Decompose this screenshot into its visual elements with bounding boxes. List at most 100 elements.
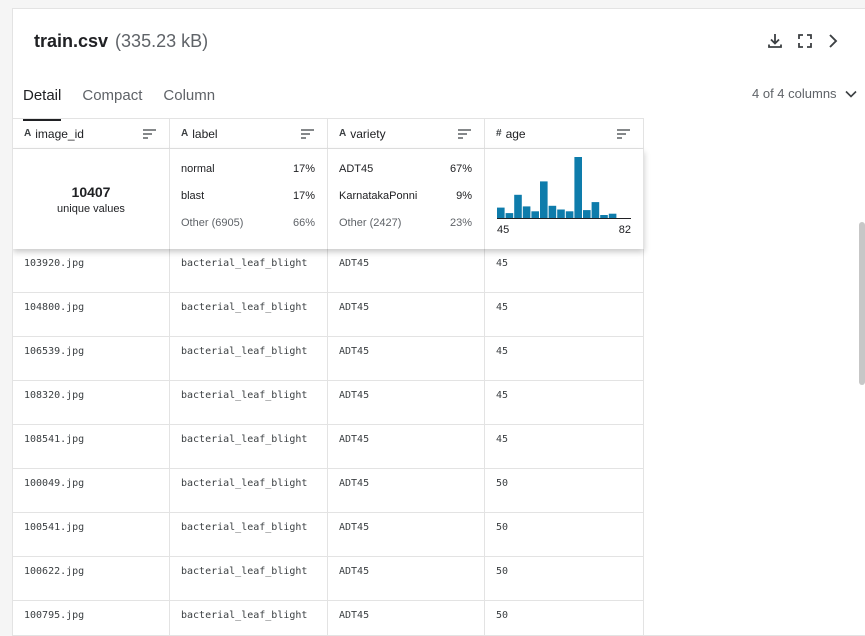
sort-icon[interactable] <box>458 128 471 142</box>
cell-image-id: 100541.jpg <box>13 513 170 556</box>
age-histogram[interactable]: 45 82 <box>485 149 643 249</box>
cell-variety: ADT45 <box>328 513 485 556</box>
string-type-icon: A <box>339 128 347 139</box>
cell-label: bacterial_leaf_blight <box>170 513 328 556</box>
histogram-bar[interactable] <box>557 209 565 219</box>
histogram-bar[interactable] <box>522 206 531 218</box>
cell-image-id: 104800.jpg <box>13 293 170 336</box>
tab-column[interactable]: Column <box>163 85 215 121</box>
table-row: 100622.jpg bacterial_leaf_blight ADT45 50 <box>13 557 644 601</box>
histogram-min-label: 45 <box>497 224 509 236</box>
cell-label: bacterial_leaf_blight <box>170 601 328 635</box>
cell-image-id: 108541.jpg <box>13 425 170 468</box>
dataset-preview-card: train.csv (335.23 kB) Detail Compact Col… <box>12 8 865 636</box>
histogram-bar[interactable] <box>505 213 514 218</box>
variety-stats: ADT45 67% KarnatakaPonni 9% Other (2427) 23… <box>328 149 485 249</box>
cell-variety: ADT45 <box>328 557 485 600</box>
tab-compact[interactable]: Compact <box>82 85 142 121</box>
histogram-bar[interactable] <box>574 157 582 218</box>
columns-selector-label: 4 of 4 columns <box>752 86 837 101</box>
table-row: 100541.jpg bacterial_leaf_blight ADT45 50 <box>13 513 644 557</box>
tab-detail[interactable]: Detail <box>23 85 62 121</box>
numeric-type-icon: # <box>496 128 502 139</box>
column-name: label <box>192 126 218 141</box>
file-name: train.csv <box>34 31 109 51</box>
view-tabs: Detail Compact Column <box>23 85 236 121</box>
frequency-other: Other (2427) 23% <box>339 217 472 229</box>
cell-age: 45 <box>485 337 644 380</box>
table-row: 103920.jpg bacterial_leaf_blight ADT45 45 <box>13 249 644 293</box>
cell-label: bacterial_leaf_blight <box>170 337 328 380</box>
column-name: image_id <box>35 126 84 141</box>
file-title: train.csv (335.23 kB) <box>34 31 208 53</box>
frequency-item: normal 17% <box>181 163 315 175</box>
string-type-icon: A <box>181 128 189 139</box>
cell-label: bacterial_leaf_blight <box>170 557 328 600</box>
sort-icon[interactable] <box>301 128 314 142</box>
cell-label: bacterial_leaf_blight <box>170 293 328 336</box>
file-size: (335.23 kB) <box>115 31 209 51</box>
table-header: A image_id A label A variety # age <box>13 118 644 149</box>
column-name: variety <box>350 126 386 141</box>
histogram-bar[interactable] <box>591 202 600 218</box>
cell-age: 45 <box>485 293 644 336</box>
frequency-item: blast 17% <box>181 190 315 202</box>
sort-icon[interactable] <box>617 128 630 142</box>
column-stats-row: 10407 unique values normal 17% blast 17% O… <box>13 149 644 249</box>
cell-age: 50 <box>485 557 644 600</box>
sort-icon[interactable] <box>143 128 156 142</box>
download-icon[interactable] <box>765 31 785 51</box>
histogram-bar[interactable] <box>540 181 548 218</box>
cell-label: bacterial_leaf_blight <box>170 425 328 468</box>
cell-age: 45 <box>485 249 644 292</box>
cell-age: 50 <box>485 513 644 556</box>
column-header-label[interactable]: A label <box>170 119 328 148</box>
unique-count: 10407 <box>71 183 111 200</box>
table-row: 100049.jpg bacterial_leaf_blight ADT45 50 <box>13 469 644 513</box>
table-body: 103920.jpg bacterial_leaf_blight ADT45 45 10… <box>13 249 644 635</box>
cell-image-id: 106539.jpg <box>13 337 170 380</box>
label-stats: normal 17% blast 17% Other (6905) 66% <box>170 149 328 249</box>
histogram-bar[interactable] <box>548 205 557 218</box>
frequency-other: Other (6905) 66% <box>181 217 315 229</box>
cell-image-id: 100622.jpg <box>13 557 170 600</box>
column-header-age[interactable]: # age <box>485 119 644 148</box>
histogram-bar[interactable] <box>583 210 591 218</box>
column-name: age <box>505 126 526 141</box>
cell-age: 45 <box>485 425 644 468</box>
histogram-bar[interactable] <box>600 215 608 219</box>
image-id-stats: 10407 unique values <box>13 149 170 249</box>
cell-variety: ADT45 <box>328 469 485 512</box>
histogram-bar[interactable] <box>608 213 617 218</box>
cell-variety: ADT45 <box>328 381 485 424</box>
frequency-item: KarnatakaPonni 9% <box>339 190 472 202</box>
vertical-scrollbar[interactable] <box>859 222 865 385</box>
table-row: 106539.jpg bacterial_leaf_blight ADT45 45 <box>13 337 644 381</box>
histogram-bar[interactable] <box>497 207 505 218</box>
cell-label: bacterial_leaf_blight <box>170 249 328 292</box>
histogram-bar[interactable] <box>531 211 539 218</box>
histogram-bar[interactable] <box>514 194 522 218</box>
histogram-bar[interactable] <box>565 211 574 218</box>
cell-age: 45 <box>485 381 644 424</box>
columns-selector[interactable]: 4 of 4 columns <box>752 86 857 101</box>
age-stats: 45 82 <box>485 149 644 249</box>
cell-image-id: 100795.jpg <box>13 601 170 635</box>
cell-variety: ADT45 <box>328 337 485 380</box>
table-row: 108541.jpg bacterial_leaf_blight ADT45 45 <box>13 425 644 469</box>
table-row: 108320.jpg bacterial_leaf_blight ADT45 45 <box>13 381 644 425</box>
chevron-right-icon[interactable] <box>823 31 843 51</box>
unique-label: unique values <box>57 202 125 215</box>
cell-variety: ADT45 <box>328 601 485 635</box>
column-header-variety[interactable]: A variety <box>328 119 485 148</box>
string-type-icon: A <box>24 128 32 139</box>
frequency-item: ADT45 67% <box>339 163 472 175</box>
cell-label: bacterial_leaf_blight <box>170 381 328 424</box>
column-header-image-id[interactable]: A image_id <box>13 119 170 148</box>
fullscreen-icon[interactable] <box>795 31 815 51</box>
cell-image-id: 108320.jpg <box>13 381 170 424</box>
cell-label: bacterial_leaf_blight <box>170 469 328 512</box>
cell-image-id: 100049.jpg <box>13 469 170 512</box>
data-table: A image_id A label A variety # age 10407… <box>13 118 644 635</box>
cell-variety: ADT45 <box>328 293 485 336</box>
